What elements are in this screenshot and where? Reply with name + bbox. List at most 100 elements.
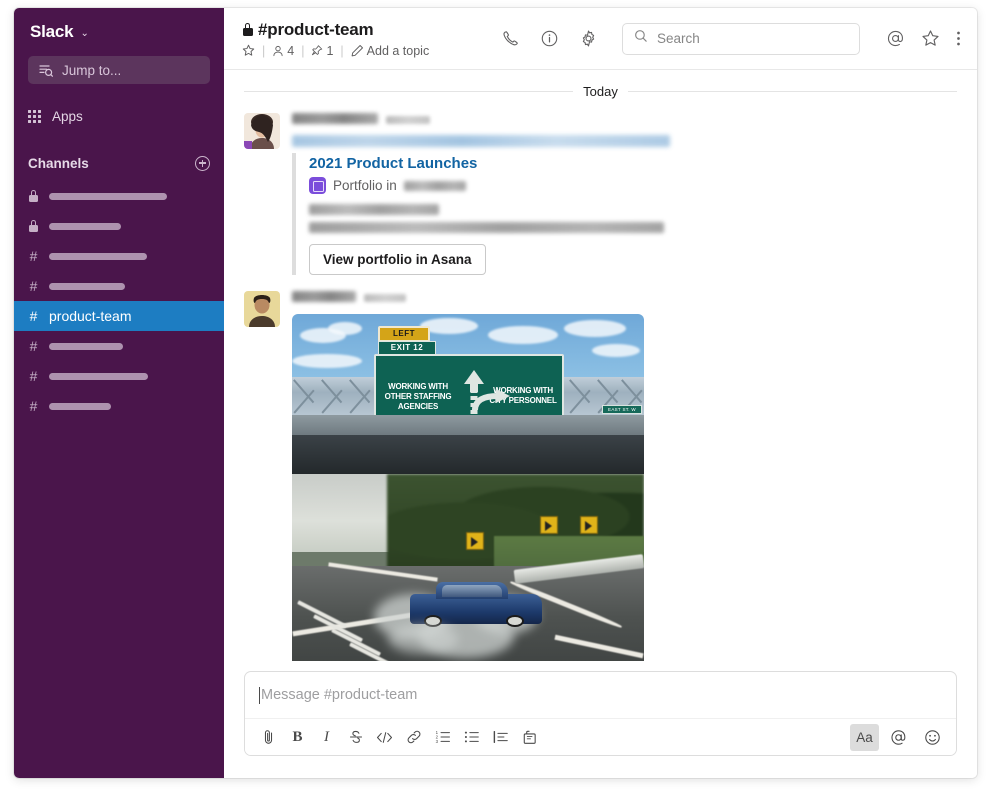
meta-separator: | <box>262 43 266 58</box>
text-caret <box>259 686 260 704</box>
exit-left-badge: LEFT <box>378 326 430 342</box>
svg-text:3: 3 <box>435 739 438 744</box>
bold-icon[interactable]: B <box>283 724 312 751</box>
channel-name-redacted <box>49 342 123 350</box>
sidebar-item-channel-7[interactable]: # <box>14 391 224 421</box>
sidebar-item-channel-5[interactable]: # <box>14 331 224 361</box>
composer-area: Message #product-team B I 1 2 3 Aa <box>224 661 977 778</box>
hash-icon: # <box>29 398 38 414</box>
sidebar-item-apps[interactable]: Apps <box>14 104 224 128</box>
italic-icon[interactable]: I <box>312 724 341 751</box>
avatar[interactable] <box>244 113 280 149</box>
workspace-header[interactable]: Slack ⌄ <box>14 8 224 52</box>
sidebar-item-channel-4[interactable]: # product-team <box>14 301 224 331</box>
emoji-icon[interactable] <box>918 724 947 751</box>
message-composer[interactable]: Message #product-team B I 1 2 3 Aa <box>244 671 957 756</box>
hash-icon: # <box>29 278 38 294</box>
attachment-title[interactable]: 2021 Product Launches <box>309 155 957 172</box>
message-link-redacted[interactable] <box>292 135 670 147</box>
channel-header-left: #product-team | 4 | 1 | Add a topic <box>242 20 429 58</box>
divider-line-right <box>627 91 958 92</box>
blockquote-icon[interactable] <box>486 724 515 751</box>
toolbar-right-group: Aa <box>850 723 947 751</box>
mention-icon[interactable] <box>884 724 913 751</box>
link-icon[interactable] <box>399 724 428 751</box>
sidebar-item-channel-0[interactable] <box>14 181 224 211</box>
pins-count: 1 <box>326 43 334 58</box>
members-count-button[interactable]: 4 <box>272 44 294 58</box>
channel-name-redacted <box>49 402 111 410</box>
divider-line-left <box>244 91 574 92</box>
strikethrough-icon[interactable] <box>341 724 370 751</box>
search-input[interactable]: Search <box>622 22 860 55</box>
message-placeholder: Message #product-team <box>261 687 418 703</box>
message-input[interactable]: Message #product-team <box>245 672 956 718</box>
drifting-car-image[interactable] <box>292 474 644 661</box>
at-icon[interactable] <box>886 29 905 48</box>
channels-section-header[interactable]: Channels <box>14 153 224 173</box>
hash-icon: # <box>29 338 38 354</box>
info-circle-icon[interactable] <box>540 29 559 48</box>
lock-icon <box>242 23 253 36</box>
sidebar-item-channel-1[interactable] <box>14 211 224 241</box>
day-divider-label: Today <box>583 84 618 99</box>
highway-sign-image[interactable]: LEFT EXIT 12 WORKING WITH OTHER STAFFING… <box>292 314 644 474</box>
channel-title-row[interactable]: #product-team <box>242 20 429 40</box>
search-icon <box>634 29 648 48</box>
code-icon[interactable] <box>370 724 399 751</box>
code-block-icon[interactable] <box>515 724 544 751</box>
sign-straight-text: WORKING WITH OTHER STAFFING AGENCIES <box>384 382 452 411</box>
page-title: #product-team <box>258 19 374 39</box>
attachment-subtitle: Portfolio in <box>333 178 397 193</box>
add-channel-button[interactable] <box>195 155 210 171</box>
message-timestamp-redacted <box>364 294 406 302</box>
image-attachment[interactable]: LEFT EXIT 12 WORKING WITH OTHER STAFFING… <box>292 314 644 661</box>
kebab-menu-icon[interactable] <box>956 29 961 48</box>
hash-icon: # <box>29 308 38 324</box>
attachment-owner-redacted <box>309 204 439 215</box>
phone-icon[interactable] <box>501 29 520 48</box>
lock-icon <box>28 190 39 202</box>
day-divider: Today <box>224 70 977 105</box>
star-outline-icon[interactable] <box>921 29 940 48</box>
sidebar: Slack ⌄ Jump to... Apps Channels # # # pr <box>14 8 224 778</box>
channel-meta: | 4 | 1 | Add a topic <box>242 44 429 58</box>
message-body: LEFT EXIT 12 WORKING WITH OTHER STAFFING… <box>292 291 957 661</box>
gear-icon[interactable] <box>579 29 598 48</box>
sidebar-item-channel-3[interactable]: # <box>14 271 224 301</box>
message-author-redacted <box>292 113 378 124</box>
message-list[interactable]: Today 2021 Product Launches Portfolio in… <box>224 70 977 661</box>
jump-to-label: Jump to... <box>62 62 122 78</box>
ordered-list-icon[interactable]: 123 <box>428 724 457 751</box>
chevron-sign-icon <box>466 532 484 550</box>
lock-icon <box>28 220 39 232</box>
channel-list: # # # product-team # # # <box>14 181 224 421</box>
sidebar-item-channel-6[interactable]: # <box>14 361 224 391</box>
message-item[interactable]: LEFT EXIT 12 WORKING WITH OTHER STAFFING… <box>224 275 977 661</box>
message-item[interactable]: 2021 Product Launches Portfolio in View … <box>224 105 977 275</box>
pins-count-button[interactable]: 1 <box>311 44 333 58</box>
main-panel: #product-team | 4 | 1 | Add a topic Sear… <box>224 8 977 778</box>
add-topic-button[interactable]: Add a topic <box>351 44 429 58</box>
chevron-sign-icon <box>580 516 598 534</box>
jump-to-icon <box>39 64 53 77</box>
attach-icon[interactable] <box>254 724 283 751</box>
apps-label: Apps <box>52 108 83 124</box>
channel-name-redacted <box>49 252 147 260</box>
slack-window: Slack ⌄ Jump to... Apps Channels # # # pr <box>14 8 977 778</box>
workspace-name: Slack <box>30 22 74 41</box>
bulleted-list-icon[interactable] <box>457 724 486 751</box>
channel-name-redacted <box>49 282 125 290</box>
view-portfolio-button[interactable]: View portfolio in Asana <box>309 244 486 275</box>
sidebar-item-channel-2[interactable]: # <box>14 241 224 271</box>
jump-to-search[interactable]: Jump to... <box>28 56 210 84</box>
avatar[interactable] <box>244 291 280 327</box>
hash-icon: # <box>29 368 38 384</box>
star-channel-button[interactable] <box>242 44 255 57</box>
road-surface <box>292 435 644 474</box>
channels-title: Channels <box>28 155 89 171</box>
formatting-icon[interactable]: Aa <box>850 723 879 751</box>
formatting-toolbar: B I 123 Aa <box>245 718 956 755</box>
asana-icon <box>309 177 326 194</box>
channel-name: product-team <box>49 308 132 324</box>
